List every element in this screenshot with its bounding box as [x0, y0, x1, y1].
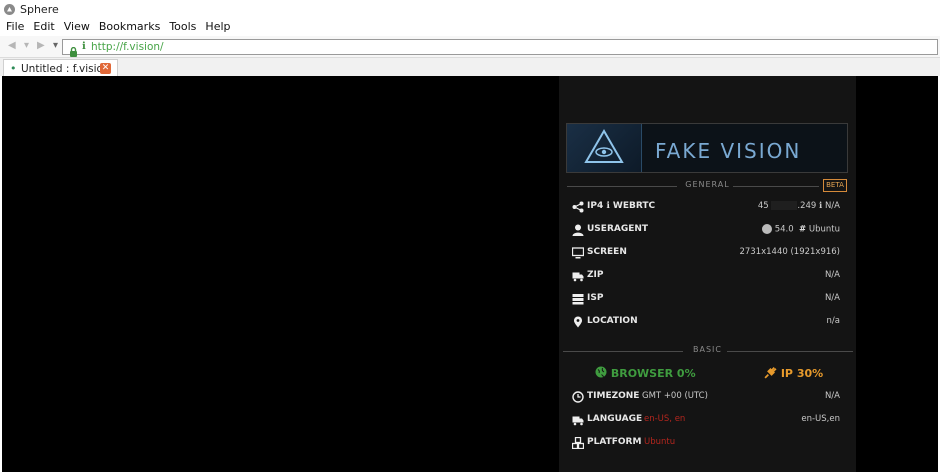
- section-basic-label: BASIC: [693, 345, 722, 354]
- back-icon[interactable]: ◀: [8, 40, 16, 51]
- menu-help[interactable]: Help: [205, 20, 230, 33]
- forward-icon[interactable]: ▶: [37, 40, 45, 51]
- user-icon: [572, 224, 584, 236]
- section-general-label: GENERAL: [685, 180, 730, 189]
- globe-icon: [595, 366, 607, 378]
- menu-file[interactable]: File: [6, 20, 24, 33]
- tab-status-dot: •: [10, 62, 17, 75]
- web-viewport: FAKE VISION GENERAL BETA IP4 ℹ WEBRTC 45…: [2, 76, 938, 472]
- close-icon[interactable]: ✕: [100, 63, 111, 74]
- menu-bookmarks[interactable]: Bookmarks: [99, 20, 160, 33]
- row-zip-value: N/A: [824, 270, 840, 280]
- monitor-icon: [572, 247, 584, 259]
- map-pin-icon: [574, 316, 582, 328]
- fake-vision-panel: FAKE VISION GENERAL BETA IP4 ℹ WEBRTC 45…: [559, 76, 856, 472]
- row-screen-value: 2731x1440 (1921x916): [739, 247, 840, 257]
- menu-bar: File Edit View Bookmarks Tools Help: [0, 18, 940, 35]
- row-screen-label: SCREEN: [587, 247, 627, 257]
- clock-icon: [572, 391, 584, 403]
- ip-status: IP 30%: [764, 366, 823, 380]
- row-useragent-label: USERAGENT: [587, 224, 649, 234]
- row-timezone-value: N/A: [824, 391, 840, 401]
- row-location-value: n/a: [826, 316, 840, 326]
- row-platform-label: PLATFORM: [587, 437, 642, 447]
- server-icon: [572, 294, 584, 305]
- app-icon: [4, 3, 15, 15]
- info-icon[interactable]: ℹ: [82, 41, 86, 52]
- row-isp-label: ISP: [587, 293, 604, 303]
- section-basic: BASIC: [559, 345, 856, 357]
- browser-status: BROWSER 0%: [595, 366, 696, 380]
- row-location-label: LOCATION: [587, 316, 638, 326]
- row-useragent: USERAGENT 54.0 # Ubuntu: [559, 223, 856, 237]
- plug-icon: [764, 367, 777, 379]
- title-bar: Sphere: [0, 0, 940, 18]
- menu-tools[interactable]: Tools: [169, 20, 196, 33]
- row-useragent-value: 54.0 # Ubuntu: [762, 224, 840, 235]
- tab-bar: • Untitled : f.vision ✕: [0, 58, 940, 77]
- row-language-label: LANGUAGE: [587, 414, 643, 424]
- row-ip: IP4 ℹ WEBRTC 45 .249 ℹ N/A: [559, 200, 856, 214]
- truck-icon: [572, 272, 584, 282]
- row-timezone-label: TIMEZONE: [587, 391, 640, 401]
- row-timezone-detail: GMT +00 (UTC): [642, 391, 708, 401]
- section-general: GENERAL: [559, 180, 856, 192]
- row-language-detail: en-US, en: [644, 414, 686, 424]
- window-title: Sphere: [20, 2, 59, 16]
- firefox-icon: [762, 224, 772, 234]
- url-text[interactable]: http://f.vision/: [91, 40, 164, 54]
- hash-icon: #: [799, 224, 807, 235]
- eye-pyramid-icon: [567, 124, 642, 172]
- row-language: LANGUAGE en-US, en en-US,en: [559, 413, 856, 427]
- row-isp: ISP N/A: [559, 292, 856, 306]
- url-bar[interactable]: ℹ http://f.vision/: [62, 39, 938, 57]
- row-screen: SCREEN 2731x1440 (1921x916): [559, 246, 856, 260]
- dropdown-icon[interactable]: ▾: [24, 40, 29, 51]
- row-ip-value: 45 .249 ℹ N/A: [757, 201, 840, 211]
- row-timezone: TIMEZONE GMT +00 (UTC) N/A: [559, 390, 856, 404]
- row-platform: PLATFORM Ubuntu: [559, 436, 856, 450]
- beta-badge: BETA: [823, 179, 847, 192]
- fake-vision-banner: FAKE VISION: [566, 123, 848, 173]
- row-language-value: en-US,en: [801, 414, 840, 424]
- row-isp-value: N/A: [824, 293, 840, 303]
- row-zip-label: ZIP: [587, 270, 604, 280]
- row-zip: ZIP N/A: [559, 269, 856, 283]
- banner-title: FAKE VISION: [655, 139, 802, 163]
- menu-view[interactable]: View: [64, 20, 90, 33]
- dropdown-icon[interactable]: ▾: [53, 40, 58, 51]
- cubes-icon: [572, 437, 584, 449]
- menu-edit[interactable]: Edit: [33, 20, 54, 33]
- truck-icon: [572, 416, 584, 426]
- tab-untitled[interactable]: • Untitled : f.vision ✕: [3, 59, 118, 77]
- row-platform-detail: Ubuntu: [644, 437, 676, 447]
- row-location: LOCATION n/a: [559, 315, 856, 329]
- share-icon: [572, 201, 584, 213]
- row-ip-label: IP4 ℹ WEBRTC: [587, 201, 656, 211]
- tab-title: Untitled : f.vision: [21, 63, 110, 75]
- redaction-mask: [771, 201, 798, 210]
- navigation-bar: ◀ ▾ ▶ ▾ ℹ http://f.vision/: [0, 36, 940, 58]
